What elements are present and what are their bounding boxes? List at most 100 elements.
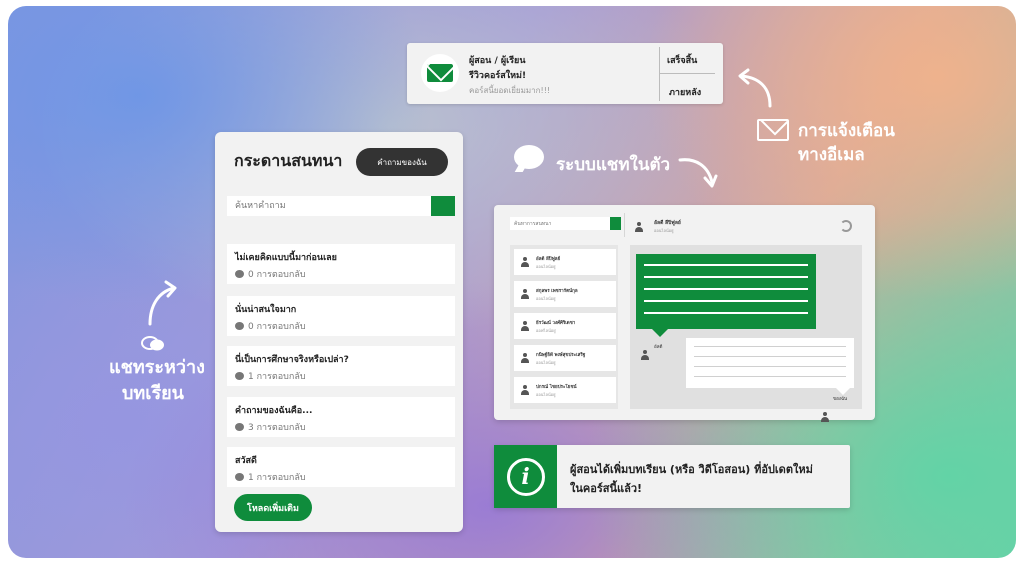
my-questions-button[interactable]: คำถามของฉัน — [356, 148, 448, 176]
email-notification-label-line2: ทางอีเมล — [798, 145, 865, 165]
refresh-icon[interactable] — [840, 220, 852, 232]
notification-divider-horizontal — [659, 73, 715, 74]
message-self-name: ของฉัน — [833, 397, 848, 402]
reply-count: 3 การตอบกลับ — [248, 423, 306, 433]
question-replies: 0 การตอบกลับ — [235, 319, 306, 333]
message-line — [644, 264, 808, 266]
user-icon — [640, 350, 650, 360]
comment-icon — [235, 473, 244, 481]
question-replies: 1 การตอบกลับ — [235, 470, 306, 484]
user-icon — [520, 353, 530, 363]
reply-count: 1 การตอบกลับ — [248, 473, 306, 483]
chat-bubble-icon — [514, 145, 544, 169]
user-icon — [520, 289, 530, 299]
envelope-icon — [757, 119, 789, 141]
incoming-message-bubble — [636, 254, 816, 329]
question-item[interactable]: ไม่เคยคิดแบบนี้มาก่อนเลย 0 การตอบกลับ — [227, 244, 455, 284]
notification-subject: รีวิวคอร์สใหม่! — [469, 71, 527, 81]
question-title: นั่นน่าสนใจมาก — [235, 305, 297, 315]
message-line — [644, 312, 808, 314]
lesson-chat-label-line1: แชทระหว่าง — [109, 357, 205, 378]
notification-divider-vertical — [659, 47, 660, 101]
email-notification-label-line1: การแจ้งเตือน — [798, 121, 895, 141]
lesson-update-banner: i ผู้สอนได้เพิ่มบทเรียน (หรือ วิดีโอสอน)… — [494, 445, 850, 508]
message-line — [644, 276, 808, 278]
message-line — [694, 356, 846, 357]
question-item[interactable]: สวัสดี 1 การตอบกลับ — [227, 447, 455, 487]
contact-list: อัลดี ลีปิฟูลย์ ออนไลน์อยู่ สกุลพร เพชรา… — [510, 245, 618, 409]
contact-name: ปกรณ์ ไชยประโยชน์ — [536, 385, 577, 390]
comment-icon — [235, 372, 244, 380]
message-line — [694, 346, 846, 347]
question-item[interactable]: นั่นน่าสนใจมาก 0 การตอบกลับ — [227, 296, 455, 336]
contact-status: ออนไลน์อยู่ — [536, 264, 556, 269]
chat-header-status: ออนไลน์อยู่ — [654, 228, 674, 233]
question-title: นี่เป็นการศึกษาจริงหรือเปล่า? — [235, 355, 349, 365]
lesson-update-text-line1: ผู้สอนได้เพิ่มบทเรียน (หรือ วิดีโอสอน) ท… — [570, 463, 813, 476]
reply-count: 1 การตอบกลับ — [248, 372, 306, 382]
question-replies: 1 การตอบกลับ — [235, 369, 306, 383]
notification-later-button[interactable]: ภายหลัง — [669, 85, 701, 99]
comment-icon — [235, 423, 244, 431]
contact-status: ออนไลน์อยู่ — [536, 360, 556, 365]
chat-header-divider — [624, 213, 625, 237]
curved-arrow-icon — [738, 68, 772, 108]
mail-icon — [427, 64, 453, 82]
chat-search-input[interactable] — [510, 217, 610, 230]
comment-icon — [235, 270, 244, 278]
lesson-chat-label-line2: บทเรียน — [122, 383, 184, 404]
question-replies: 0 การตอบกลับ — [235, 267, 306, 281]
message-line — [694, 376, 846, 377]
load-more-button[interactable]: โหลดเพิ่มเติม — [234, 494, 312, 521]
notification-sender: ผู้สอน / ผู้เรียน — [469, 56, 526, 66]
contact-status: ออฟไลน์อยู่ — [536, 328, 556, 333]
message-tail — [652, 329, 668, 337]
notification-done-button[interactable]: เสร็จสิ้น — [667, 53, 697, 67]
contact-status: ออนไลน์อยู่ — [536, 392, 556, 397]
contact-item[interactable]: ธีรวัฒน์ วงศ์ศิริเดชา ออฟไลน์อยู่ — [514, 313, 616, 339]
contact-status: ออนไลน์อยู่ — [536, 296, 556, 301]
discussion-board: กระดานสนทนา คำถามของฉัน ไม่เคยคิดแบบนี้ม… — [215, 132, 463, 532]
question-item[interactable]: นี่เป็นการศึกษาจริงหรือเปล่า? 1 การตอบกล… — [227, 346, 455, 386]
chat-bubbles-icon — [141, 336, 164, 351]
email-notification-card: ผู้สอน / ผู้เรียน รีวิวคอร์สใหม่! คอร์สน… — [407, 43, 723, 104]
curved-arrow-icon — [678, 158, 718, 188]
message-tail — [836, 388, 850, 395]
question-item[interactable]: คำถามของฉันคือ... 3 การตอบกลับ — [227, 397, 455, 437]
contact-name: อัลดี ลีปิฟูลย์ — [536, 257, 561, 262]
info-icon-box: i — [494, 445, 557, 508]
contact-name: สกุลพร เพชรารัตน์กุล — [536, 289, 578, 294]
notification-icon-wrap — [421, 54, 459, 92]
user-icon — [520, 385, 530, 395]
contact-item[interactable]: อัลดี ลีปิฟูลย์ ออนไลน์อยู่ — [514, 249, 616, 275]
chat-window: อัลดี ลีปิฟูลย์ ออนไลน์อยู่ อัลดี ลีปิฟู… — [494, 205, 875, 422]
curved-arrow-icon — [148, 280, 177, 326]
reply-count: 0 การตอบกลับ — [248, 270, 306, 280]
lesson-update-text-line2: ในคอร์สนี้แล้ว! — [570, 482, 643, 495]
message-line — [694, 366, 846, 367]
contact-item[interactable]: ปกรณ์ ไชยประโยชน์ ออนไลน์อยู่ — [514, 377, 616, 403]
chat-search-button[interactable] — [610, 217, 621, 230]
question-title: คำถามของฉันคือ... — [235, 406, 313, 416]
chat-header-name: อัลดี ลีปิฟูลย์ — [654, 220, 681, 226]
contact-name: ธีรวัฒน์ วงศ์ศิริเดชา — [536, 321, 576, 326]
question-search-button[interactable] — [431, 196, 455, 216]
message-line — [644, 288, 808, 290]
outgoing-message-bubble — [686, 338, 854, 388]
contact-item[interactable]: สกุลพร เพชรารัตน์กุล ออนไลน์อยู่ — [514, 281, 616, 307]
question-search-input[interactable] — [227, 196, 431, 216]
question-replies: 3 การตอบกลับ — [235, 420, 306, 434]
background-canvas: ผู้สอน / ผู้เรียน รีวิวคอร์สใหม่! คอร์สน… — [8, 6, 1016, 558]
message-sender-name: อัลดี — [654, 345, 663, 350]
question-title: สวัสดี — [235, 456, 257, 466]
notification-preview: คอร์สนี้ยอดเยี่ยมมาก!!! — [469, 86, 551, 95]
discussion-board-title: กระดานสนทนา — [234, 151, 343, 170]
user-icon — [520, 257, 530, 267]
question-title: ไม่เคยคิดแบบนี้มาก่อนเลย — [235, 253, 337, 263]
comment-icon — [235, 322, 244, 330]
reply-count: 0 การตอบกลับ — [248, 322, 306, 332]
user-icon — [820, 412, 830, 422]
contact-item[interactable]: กนิษฐ์ธิดี พงษ์สุขประเสริฐ ออนไลน์อยู่ — [514, 345, 616, 371]
user-icon — [634, 222, 644, 232]
chat-system-label: ระบบแชทในตัว — [556, 155, 671, 175]
